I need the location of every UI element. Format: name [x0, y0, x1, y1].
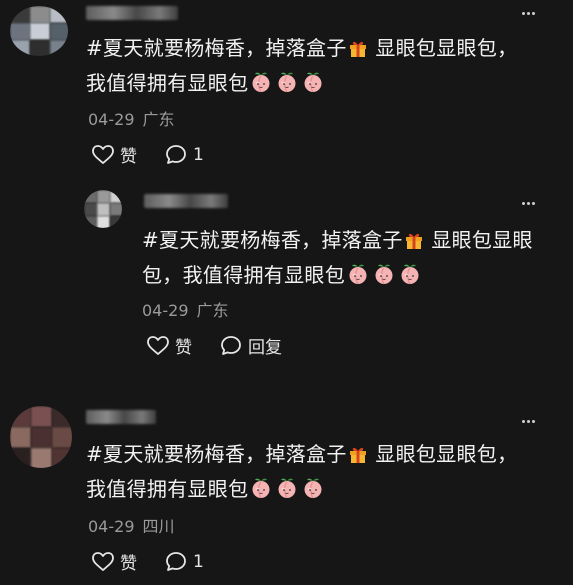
comment-meta: 04-29 四川 [88, 513, 183, 537]
avatar-pixel [10, 406, 31, 427]
like-label: 赞 [175, 338, 192, 358]
avatar-pixel [84, 216, 97, 228]
comment-date: 04-29 [142, 301, 189, 320]
avatar-pixel [84, 190, 97, 203]
like-button[interactable]: 赞 [147, 333, 192, 358]
avatar-pixel [97, 190, 110, 203]
avatar-pixel [97, 216, 110, 228]
avatar-pixel [10, 448, 31, 468]
peach-emoji-icon [276, 70, 298, 102]
comment-bubble-icon [166, 552, 186, 571]
avatar-pixel [52, 448, 72, 468]
peach-emoji-group [345, 263, 423, 287]
comment-location: 广东 [196, 301, 229, 320]
gift-icon [348, 35, 368, 67]
thumbs-up-icon [92, 551, 114, 571]
thumbs-up-icon [147, 335, 169, 355]
peach-emoji-icon [250, 70, 272, 102]
reply-button[interactable]: 1 [165, 551, 204, 572]
avatar-pixel [110, 203, 122, 216]
avatar-pixel [10, 40, 30, 56]
avatar-pixel [30, 6, 50, 23]
username-blurred[interactable] [144, 194, 228, 208]
username-blurred[interactable] [86, 6, 178, 20]
like-label: 赞 [120, 147, 137, 167]
avatar-pixel [10, 23, 30, 40]
comment-text: #夏天就要杨梅香，掉落盒子 显眼包显眼 包，我值得拥有显眼包 [142, 224, 557, 294]
peach-emoji-group [248, 477, 326, 501]
avatar-pixel [52, 427, 72, 448]
like-button[interactable]: 赞 [92, 549, 137, 574]
gift-icon [404, 227, 424, 259]
peach-emoji-icon [302, 476, 324, 508]
comment-bubble-icon [221, 336, 241, 355]
like-button[interactable]: 赞 [92, 142, 137, 167]
avatar-pixel [50, 40, 68, 56]
comment-meta: 04-29 广东 [142, 297, 237, 321]
avatar-pixel [31, 448, 52, 468]
peach-emoji-icon [399, 262, 421, 294]
comment-bubble-icon [166, 145, 186, 164]
comment-date: 04-29 [88, 517, 135, 536]
comment-location: 广东 [142, 110, 175, 129]
avatar-pixel [10, 6, 30, 23]
comment-actions: 赞 1 [92, 142, 232, 167]
avatar-pixel [97, 203, 110, 216]
reply-button[interactable]: 回复 [220, 333, 282, 358]
avatar-pixel [31, 406, 52, 427]
avatar-pixel [10, 427, 31, 448]
peach-emoji-icon [276, 476, 298, 508]
reply-button[interactable]: 1 [165, 144, 204, 165]
avatar[interactable] [10, 6, 68, 56]
gift-icon [348, 441, 368, 473]
more-dots-icon[interactable] [522, 202, 536, 206]
like-label: 赞 [120, 554, 137, 574]
peach-emoji-icon [250, 476, 272, 508]
avatar-pixel [110, 216, 122, 228]
avatar-pixel [84, 203, 97, 216]
avatar[interactable] [10, 406, 72, 468]
comment-text: #夏天就要杨梅香，掉落盒子 显眼包显眼包， 我值得拥有显眼包 [86, 32, 556, 102]
username-blurred[interactable] [86, 410, 156, 424]
avatar-pixel [50, 23, 68, 40]
reply-count: 1 [193, 551, 204, 572]
peach-emoji-icon [347, 262, 369, 294]
reply-count: 1 [193, 144, 204, 165]
reply-label: 回复 [248, 338, 282, 358]
comment-meta: 04-29 广东 [88, 106, 183, 130]
comment-location: 四川 [142, 517, 175, 536]
avatar-pixel [30, 23, 50, 40]
comment-date: 04-29 [88, 110, 135, 129]
thumbs-up-icon [92, 144, 114, 164]
avatar-pixel [30, 40, 50, 56]
avatar-pixel [31, 427, 52, 448]
avatar-pixel [50, 6, 68, 23]
avatar-pixel [52, 406, 72, 427]
peach-emoji-icon [373, 262, 395, 294]
more-dots-icon[interactable] [522, 12, 536, 16]
avatar-pixel [110, 190, 122, 203]
peach-emoji-icon [302, 70, 324, 102]
peach-emoji-group [248, 71, 326, 95]
avatar[interactable] [84, 190, 122, 228]
comment-actions: 赞 1 [92, 549, 232, 574]
comment-actions: 赞 回复 [147, 333, 310, 358]
comment-text: #夏天就要杨梅香，掉落盒子 显眼包显眼包， 我值得拥有显眼包 [86, 438, 556, 508]
more-dots-icon[interactable] [522, 420, 536, 424]
